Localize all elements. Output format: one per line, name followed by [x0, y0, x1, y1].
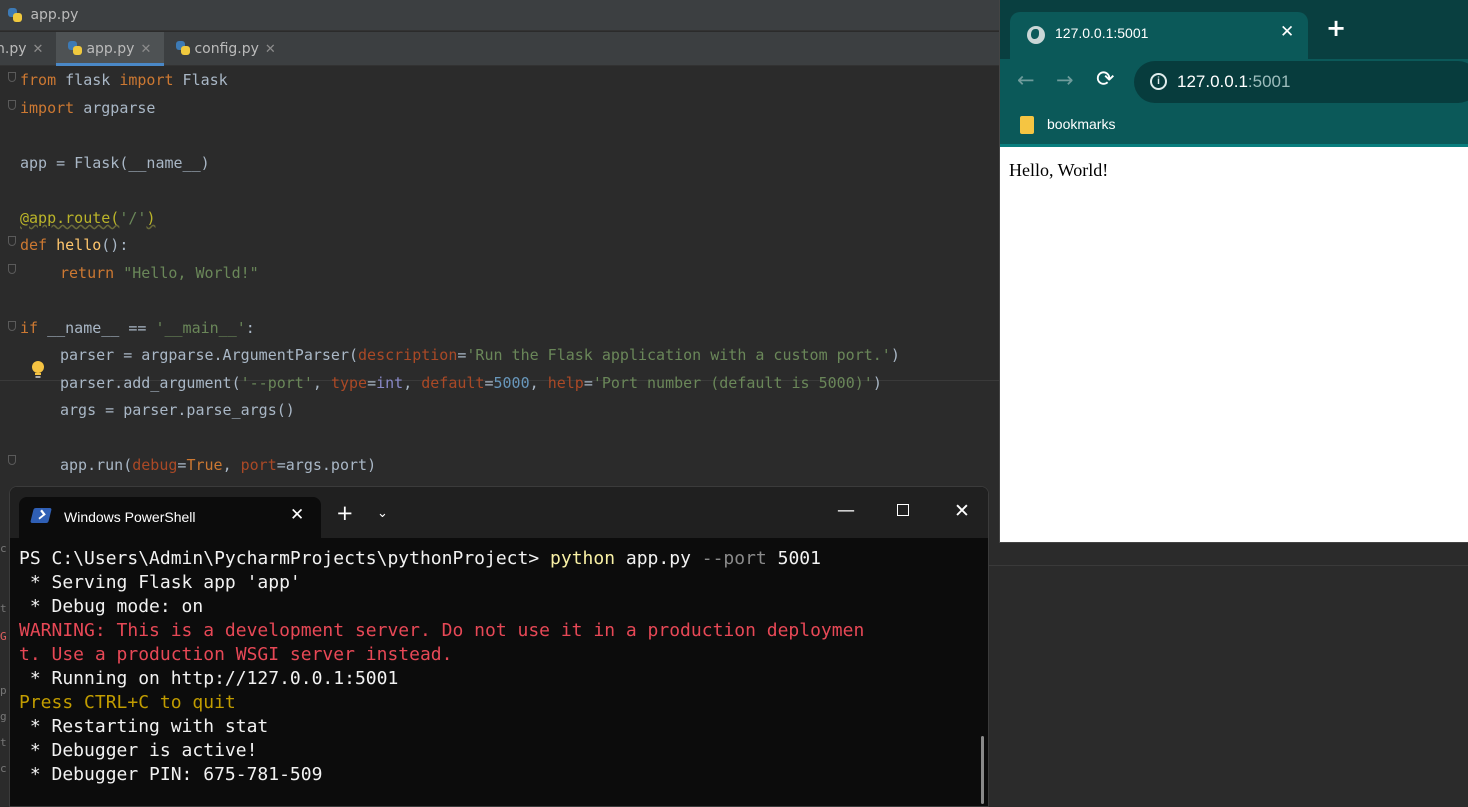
editor-tab-app[interactable]: app.py ✕ — [56, 32, 164, 66]
editor-tab-config[interactable]: config.py ✕ — [166, 32, 286, 66]
terminal-warning-line: WARNING: This is a development server. D… — [19, 620, 865, 641]
code-line-11: parser = argparse.ArgumentParser(descrip… — [60, 346, 900, 364]
powershell-icon — [30, 508, 52, 523]
python-file-icon — [176, 41, 190, 55]
editor-tab-bar: n.py ✕ app.py ✕ config.py ✕ — [0, 32, 1000, 66]
lightbulb-icon[interactable] — [30, 360, 46, 380]
code-line-2: import argparse — [20, 99, 156, 117]
page-text: Hello, World! — [1009, 160, 1109, 180]
editor-tab-main[interactable]: n.py ✕ — [0, 32, 54, 66]
terminal-output[interactable]: PS C:\Users\Admin\PycharmProjects\python… — [10, 538, 988, 806]
python-file-icon — [68, 41, 82, 55]
bookmarks-folder[interactable]: bookmarks — [1047, 116, 1115, 132]
terminal-hint-line: Press CTRL+C to quit — [19, 692, 236, 713]
new-terminal-tab-button[interactable]: + — [336, 503, 354, 524]
code-line-8: return "Hello, World!" — [60, 264, 259, 282]
code-line-10: if __name__ == '__main__': — [20, 319, 255, 337]
close-icon[interactable]: ✕ — [265, 42, 276, 57]
code-line-13: args = parser.parse_args() — [60, 401, 295, 419]
browser-tab[interactable]: 127.0.0.1:5001 ✕ — [1010, 12, 1308, 59]
code-line-15: app.run(debug=True, port=args.port) — [60, 456, 377, 474]
address-bar[interactable]: i 127.0.0.1:5001 — [1134, 61, 1468, 103]
editor-tab-label: config.py — [194, 41, 259, 57]
reload-button[interactable]: ⟳ — [1096, 67, 1114, 93]
terminal-command-line: PS C:\Users\Admin\PycharmProjects\python… — [19, 548, 821, 569]
ide-background-area — [989, 543, 1468, 807]
fold-marker[interactable] — [8, 455, 16, 465]
fold-marker[interactable] — [8, 100, 16, 110]
maximize-button[interactable] — [897, 504, 909, 516]
code-line-12: parser.add_argument('--port', type=int, … — [60, 374, 882, 392]
browser-tab-strip: 127.0.0.1:5001 ✕ + — [1000, 0, 1468, 59]
ide-run-panel-edge: c t G p g t c — [0, 540, 9, 807]
minimize-button[interactable]: — — [837, 499, 855, 523]
browser-toolbar: ← → ⟳ i 127.0.0.1:5001 — [1000, 59, 1468, 104]
divider — [989, 565, 1468, 566]
terminal-line: * Debugger is active! — [19, 740, 258, 761]
close-icon[interactable]: ✕ — [290, 505, 304, 525]
python-file-icon — [8, 8, 22, 22]
ide-window-title: app.py — [30, 7, 79, 23]
globe-icon — [1027, 26, 1045, 44]
terminal-tab[interactable]: Windows PowerShell ✕ — [19, 497, 321, 538]
browser-window: 127.0.0.1:5001 ✕ + ← → ⟳ i 127.0.0.1:500… — [999, 0, 1468, 543]
powershell-window: Windows PowerShell ✕ + ⌄ — ✕ PS C:\Users… — [9, 486, 989, 807]
terminal-line: * Debugger PIN: 675-781-509 — [19, 764, 323, 785]
terminal-title-bar: Windows PowerShell ✕ + ⌄ — ✕ — [10, 487, 988, 538]
scrollbar[interactable] — [981, 736, 984, 804]
code-editor[interactable]: from flask import Flask import argparse … — [0, 66, 1000, 496]
info-icon[interactable]: i — [1150, 73, 1167, 90]
terminal-tab-title: Windows PowerShell — [64, 509, 196, 525]
editor-tab-label: n.py — [0, 41, 27, 57]
terminal-line: * Running on http://127.0.0.1:5001 — [19, 668, 399, 689]
fold-marker[interactable] — [8, 236, 16, 246]
terminal-line: * Debug mode: on — [19, 596, 204, 617]
editor-tab-label: app.py — [86, 41, 135, 57]
terminal-line: * Restarting with stat — [19, 716, 269, 737]
folder-icon — [1020, 116, 1034, 134]
bookmarks-bar: bookmarks — [1000, 104, 1468, 147]
fold-marker[interactable] — [8, 72, 16, 82]
ide-title-bar: app.py — [0, 0, 1000, 31]
terminal-warning-line: t. Use a production WSGI server instead. — [19, 644, 453, 665]
close-window-button[interactable]: ✕ — [954, 499, 970, 523]
code-line-7: def hello(): — [20, 236, 129, 254]
close-icon[interactable]: ✕ — [33, 42, 44, 57]
close-icon[interactable]: ✕ — [140, 42, 151, 57]
browser-tab-title: 127.0.0.1:5001 — [1055, 25, 1149, 41]
fold-marker[interactable] — [8, 264, 16, 274]
new-tab-button[interactable]: + — [1326, 16, 1346, 40]
url-text: 127.0.0.1:5001 — [1177, 72, 1291, 91]
fold-marker[interactable] — [8, 321, 16, 331]
code-line-1: from flask import Flask — [20, 71, 228, 89]
back-button[interactable]: ← — [1017, 67, 1035, 93]
code-line-4: app = Flask(__name__) — [20, 154, 210, 172]
close-icon[interactable]: ✕ — [1280, 22, 1294, 42]
forward-button[interactable]: → — [1056, 67, 1074, 93]
code-line-6: @app.route('/') — [20, 209, 156, 227]
web-page-content: Hello, World! — [1000, 150, 1468, 542]
chevron-down-icon[interactable]: ⌄ — [377, 505, 388, 523]
terminal-line: * Serving Flask app 'app' — [19, 572, 301, 593]
